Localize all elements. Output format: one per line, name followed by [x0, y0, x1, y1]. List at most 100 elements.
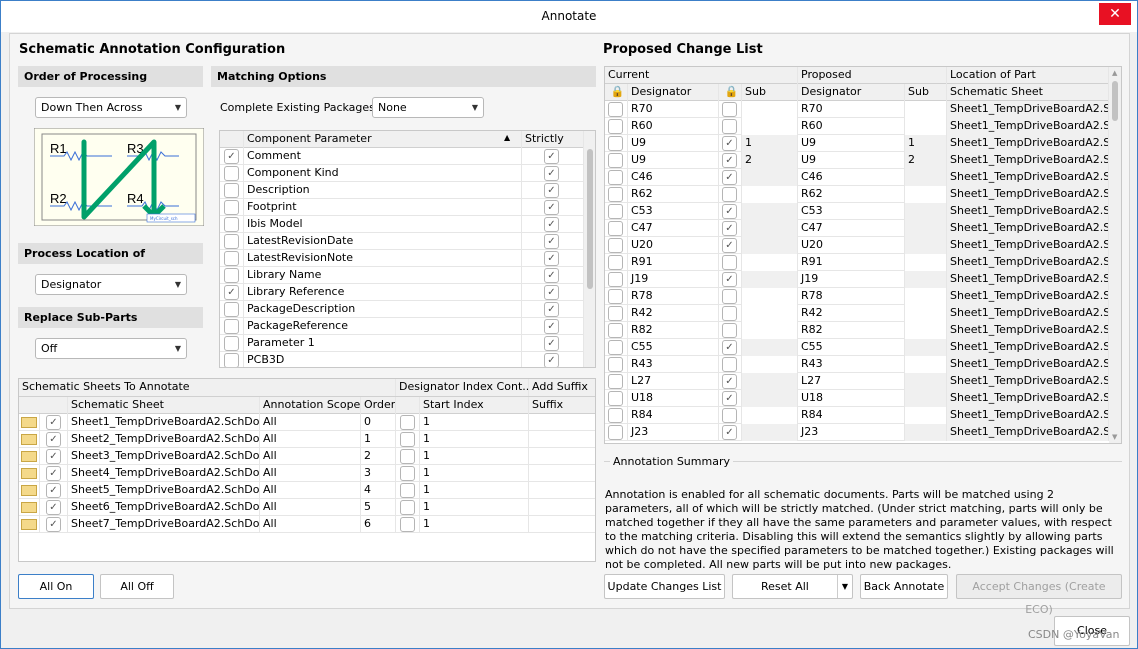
parameter-checkbox[interactable] [224, 268, 239, 283]
current-lock-checkbox[interactable] [608, 119, 623, 134]
packages-dropdown[interactable]: None ▼ [372, 97, 484, 118]
proposed-lock-checkbox[interactable]: ✓ [722, 425, 737, 440]
header-schematic-sheet[interactable]: Schematic Sheet [947, 84, 1109, 101]
index-control-checkbox[interactable] [400, 415, 415, 430]
parameter-scrollbar[interactable] [584, 131, 595, 367]
start-index[interactable]: 1 [420, 465, 529, 482]
header-current-sub[interactable]: Sub [742, 84, 798, 101]
sheet-checkbox[interactable]: ✓ [46, 432, 61, 447]
annotation-scope[interactable]: All [260, 448, 361, 465]
header-order[interactable]: Order [361, 397, 396, 414]
parameter-checkbox[interactable] [224, 183, 239, 198]
proposed-lock-checkbox[interactable]: ✓ [722, 153, 737, 168]
strictly-checkbox[interactable]: ✓ [544, 353, 559, 367]
sheet-checkbox[interactable]: ✓ [46, 466, 61, 481]
proposed-lock-checkbox[interactable] [722, 289, 737, 304]
sheet-order[interactable]: 2 [361, 448, 396, 465]
strictly-checkbox[interactable]: ✓ [544, 302, 559, 317]
current-lock-checkbox[interactable] [608, 272, 623, 287]
header-annotation-scope[interactable]: Annotation Scope [260, 397, 361, 414]
proposed-lock-checkbox[interactable]: ✓ [722, 204, 737, 219]
sheet-order[interactable]: 4 [361, 482, 396, 499]
suffix[interactable] [529, 431, 595, 448]
header-proposed-sub[interactable]: Sub [905, 84, 947, 101]
index-control-checkbox[interactable] [400, 483, 415, 498]
proposed-lock-checkbox[interactable] [722, 408, 737, 423]
all-on-button[interactable]: All On [18, 574, 94, 599]
proposed-lock-checkbox[interactable]: ✓ [722, 221, 737, 236]
change-list-scrollbar[interactable]: ▲ ▼ [1109, 67, 1121, 443]
proposed-lock-checkbox[interactable]: ✓ [722, 136, 737, 151]
header-strictly[interactable]: Strictly [522, 131, 584, 148]
current-lock-checkbox[interactable] [608, 323, 623, 338]
strictly-checkbox[interactable]: ✓ [544, 149, 559, 164]
current-lock-checkbox[interactable] [608, 170, 623, 185]
start-index[interactable]: 1 [420, 499, 529, 516]
current-lock-checkbox[interactable] [608, 204, 623, 219]
location-dropdown[interactable]: Designator ▼ [35, 274, 187, 295]
current-lock-checkbox[interactable] [608, 357, 623, 372]
index-control-checkbox[interactable] [400, 466, 415, 481]
subparts-dropdown[interactable]: Off ▼ [35, 338, 187, 359]
proposed-lock-checkbox[interactable] [722, 306, 737, 321]
suffix[interactable] [529, 414, 595, 431]
annotation-scope[interactable]: All [260, 516, 361, 533]
current-lock-checkbox[interactable] [608, 102, 623, 117]
parameter-checkbox[interactable] [224, 200, 239, 215]
all-off-button[interactable]: All Off [100, 574, 174, 599]
start-index[interactable]: 1 [420, 431, 529, 448]
index-control-checkbox[interactable] [400, 449, 415, 464]
parameter-checkbox[interactable] [224, 166, 239, 181]
proposed-lock-checkbox[interactable]: ✓ [722, 170, 737, 185]
parameter-checkbox[interactable] [224, 251, 239, 266]
suffix[interactable] [529, 516, 595, 533]
current-lock-checkbox[interactable] [608, 391, 623, 406]
order-dropdown[interactable]: Down Then Across ▼ [35, 97, 187, 118]
index-control-checkbox[interactable] [400, 517, 415, 532]
chevron-down-icon[interactable]: ▼ [837, 575, 852, 598]
accept-changes-button[interactable]: Accept Changes (Create ECO) [956, 574, 1122, 616]
proposed-lock-checkbox[interactable] [722, 119, 737, 134]
strictly-checkbox[interactable]: ✓ [544, 217, 559, 232]
sheet-checkbox[interactable]: ✓ [46, 500, 61, 515]
current-lock-checkbox[interactable] [608, 238, 623, 253]
parameter-checkbox[interactable] [224, 302, 239, 317]
sheet-checkbox[interactable]: ✓ [46, 517, 61, 532]
proposed-lock-checkbox[interactable]: ✓ [722, 238, 737, 253]
annotation-scope[interactable]: All [260, 414, 361, 431]
strictly-checkbox[interactable]: ✓ [544, 285, 559, 300]
parameter-checkbox[interactable] [224, 336, 239, 351]
strictly-checkbox[interactable]: ✓ [544, 183, 559, 198]
annotation-scope[interactable]: All [260, 482, 361, 499]
sheet-order[interactable]: 3 [361, 465, 396, 482]
strictly-checkbox[interactable]: ✓ [544, 234, 559, 249]
strictly-checkbox[interactable]: ✓ [544, 268, 559, 283]
sheet-order[interactable]: 1 [361, 431, 396, 448]
suffix[interactable] [529, 482, 595, 499]
suffix[interactable] [529, 499, 595, 516]
parameter-checkbox[interactable]: ✓ [224, 149, 239, 164]
sheet-checkbox[interactable]: ✓ [46, 415, 61, 430]
proposed-lock-checkbox[interactable]: ✓ [722, 391, 737, 406]
suffix[interactable] [529, 465, 595, 482]
header-suffix[interactable]: Suffix [529, 397, 595, 414]
parameter-checkbox[interactable] [224, 217, 239, 232]
parameter-checkbox[interactable] [224, 319, 239, 334]
annotation-scope[interactable]: All [260, 431, 361, 448]
header-start-index[interactable]: Start Index [420, 397, 529, 414]
index-control-checkbox[interactable] [400, 432, 415, 447]
scroll-thumb[interactable] [587, 149, 593, 289]
index-control-checkbox[interactable] [400, 500, 415, 515]
back-annotate-button[interactable]: Back Annotate [860, 574, 948, 599]
header-component-parameter[interactable]: Component Parameter [244, 131, 522, 148]
header-proposed-designator[interactable]: Designator [798, 84, 905, 101]
current-lock-checkbox[interactable] [608, 340, 623, 355]
start-index[interactable]: 1 [420, 482, 529, 499]
current-lock-checkbox[interactable] [608, 408, 623, 423]
suffix[interactable] [529, 448, 595, 465]
update-changes-button[interactable]: Update Changes List [604, 574, 725, 599]
start-index[interactable]: 1 [420, 516, 529, 533]
parameter-checkbox[interactable]: ✓ [224, 285, 239, 300]
strictly-checkbox[interactable]: ✓ [544, 166, 559, 181]
sheet-order[interactable]: 0 [361, 414, 396, 431]
